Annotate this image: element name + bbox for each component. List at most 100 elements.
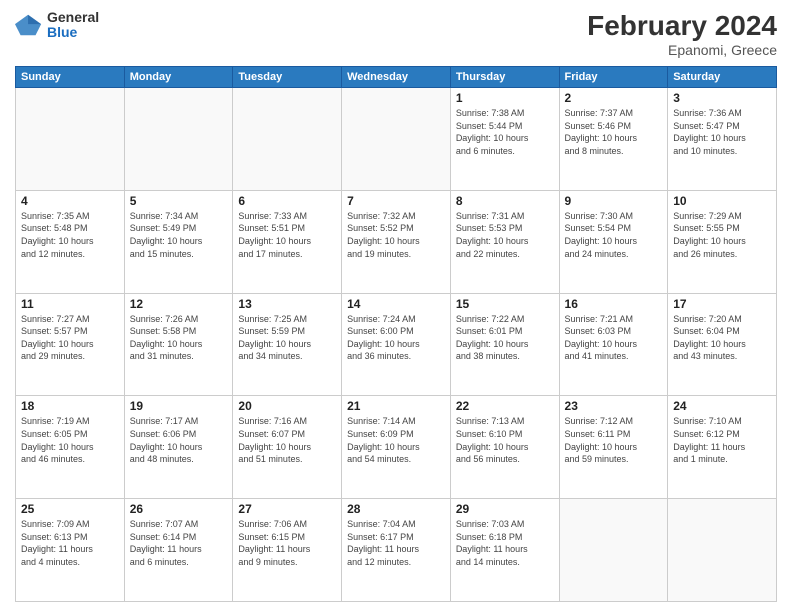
day-info: Sunrise: 7:07 AM Sunset: 6:14 PM Dayligh… (130, 518, 228, 568)
calendar-cell: 2 Sunrise: 7:37 AM Sunset: 5:46 PM Daylig… (559, 88, 668, 191)
day-info: Sunrise: 7:03 AM Sunset: 6:18 PM Dayligh… (456, 518, 554, 568)
day-number: 11 (21, 297, 119, 311)
day-info: Sunrise: 7:13 AM Sunset: 6:10 PM Dayligh… (456, 415, 554, 465)
day-number: 3 (673, 91, 771, 105)
calendar-cell: 17Sunrise: 7:20 AM Sunset: 6:04 PM Dayli… (668, 293, 777, 396)
day-info: Sunrise: 7:09 AM Sunset: 6:13 PM Dayligh… (21, 518, 119, 568)
day-number: 16 (565, 297, 663, 311)
day-number: 2 (565, 91, 663, 105)
calendar-header-thursday: Thursday (450, 67, 559, 88)
calendar-cell: 11 Sunrise: 7:27 AM Sunset: 5:57 PM Dayli… (16, 293, 125, 396)
day-number: 5 (130, 194, 228, 208)
day-info: Sunrise: 7:38 AM Sunset: 5:44 PM Dayligh… (456, 107, 554, 157)
day-info: Sunrise: 7:37 AM Sunset: 5:46 PM Dayligh… (565, 107, 663, 157)
calendar-cell: 29 Sunrise: 7:03 AM Sunset: 6:18 PM Dayli… (450, 499, 559, 602)
calendar-cell: 1 Sunrise: 7:38 AM Sunset: 5:44 PM Daylig… (450, 88, 559, 191)
day-number: 26 (130, 502, 228, 516)
calendar-cell: 27Sunrise: 7:06 AM Sunset: 6:15 PM Dayli… (233, 499, 342, 602)
calendar-cell: 25 Sunrise: 7:09 AM Sunset: 6:13 PM Dayli… (16, 499, 125, 602)
calendar-cell: 9 Sunrise: 7:30 AM Sunset: 5:54 PM Daylig… (559, 190, 668, 293)
day-number: 27 (238, 502, 336, 516)
day-number: 24 (673, 399, 771, 413)
calendar-cell: 4Sunrise: 7:35 AM Sunset: 5:48 PM Daylig… (16, 190, 125, 293)
day-info: Sunrise: 7:10 AM Sunset: 6:12 PM Dayligh… (673, 415, 771, 465)
calendar-cell (668, 499, 777, 602)
day-number: 15 (456, 297, 554, 311)
day-info: Sunrise: 7:12 AM Sunset: 6:11 PM Dayligh… (565, 415, 663, 465)
page: General Blue February 2024 Epanomi, Gree… (0, 0, 792, 612)
day-number: 23 (565, 399, 663, 413)
header: General Blue February 2024 Epanomi, Gree… (15, 10, 777, 58)
calendar-header-wednesday: Wednesday (342, 67, 451, 88)
calendar-cell: 21Sunrise: 7:14 AM Sunset: 6:09 PM Dayli… (342, 396, 451, 499)
calendar-cell: 6Sunrise: 7:33 AM Sunset: 5:51 PM Daylig… (233, 190, 342, 293)
calendar-header-row: SundayMondayTuesdayWednesdayThursdayFrid… (16, 67, 777, 88)
calendar-week-row: 1 Sunrise: 7:38 AM Sunset: 5:44 PM Daylig… (16, 88, 777, 191)
day-info: Sunrise: 7:16 AM Sunset: 6:07 PM Dayligh… (238, 415, 336, 465)
calendar-header-saturday: Saturday (668, 67, 777, 88)
logo-text: General Blue (47, 10, 99, 41)
logo-blue: Blue (47, 25, 99, 40)
calendar-week-row: 18 Sunrise: 7:19 AM Sunset: 6:05 PM Dayli… (16, 396, 777, 499)
day-number: 1 (456, 91, 554, 105)
calendar-cell (16, 88, 125, 191)
calendar-cell: 19Sunrise: 7:17 AM Sunset: 6:06 PM Dayli… (124, 396, 233, 499)
day-number: 28 (347, 502, 445, 516)
day-number: 14 (347, 297, 445, 311)
calendar-cell: 15 Sunrise: 7:22 AM Sunset: 6:01 PM Dayli… (450, 293, 559, 396)
calendar-week-row: 11 Sunrise: 7:27 AM Sunset: 5:57 PM Dayli… (16, 293, 777, 396)
calendar-cell: 12 Sunrise: 7:26 AM Sunset: 5:58 PM Dayli… (124, 293, 233, 396)
calendar-table: SundayMondayTuesdayWednesdayThursdayFrid… (15, 66, 777, 602)
calendar-cell: 5 Sunrise: 7:34 AM Sunset: 5:49 PM Daylig… (124, 190, 233, 293)
day-info: Sunrise: 7:19 AM Sunset: 6:05 PM Dayligh… (21, 415, 119, 465)
day-number: 18 (21, 399, 119, 413)
day-info: Sunrise: 7:36 AM Sunset: 5:47 PM Dayligh… (673, 107, 771, 157)
calendar-cell: 8 Sunrise: 7:31 AM Sunset: 5:53 PM Daylig… (450, 190, 559, 293)
day-number: 19 (130, 399, 228, 413)
logo-general: General (47, 10, 99, 25)
day-info: Sunrise: 7:33 AM Sunset: 5:51 PM Dayligh… (238, 210, 336, 260)
day-info: Sunrise: 7:24 AM Sunset: 6:00 PM Dayligh… (347, 313, 445, 363)
calendar-cell (124, 88, 233, 191)
day-info: Sunrise: 7:21 AM Sunset: 6:03 PM Dayligh… (565, 313, 663, 363)
day-number: 12 (130, 297, 228, 311)
calendar-cell: 3 Sunrise: 7:36 AM Sunset: 5:47 PM Daylig… (668, 88, 777, 191)
day-number: 21 (347, 399, 445, 413)
calendar-cell (233, 88, 342, 191)
logo: General Blue (15, 10, 99, 41)
day-number: 9 (565, 194, 663, 208)
day-info: Sunrise: 7:26 AM Sunset: 5:58 PM Dayligh… (130, 313, 228, 363)
day-number: 29 (456, 502, 554, 516)
day-info: Sunrise: 7:27 AM Sunset: 5:57 PM Dayligh… (21, 313, 119, 363)
day-info: Sunrise: 7:32 AM Sunset: 5:52 PM Dayligh… (347, 210, 445, 260)
calendar-cell (342, 88, 451, 191)
calendar-cell (559, 499, 668, 602)
calendar-header-tuesday: Tuesday (233, 67, 342, 88)
day-info: Sunrise: 7:31 AM Sunset: 5:53 PM Dayligh… (456, 210, 554, 260)
day-info: Sunrise: 7:34 AM Sunset: 5:49 PM Dayligh… (130, 210, 228, 260)
calendar-week-row: 25 Sunrise: 7:09 AM Sunset: 6:13 PM Dayli… (16, 499, 777, 602)
calendar-cell: 23 Sunrise: 7:12 AM Sunset: 6:11 PM Dayli… (559, 396, 668, 499)
day-info: Sunrise: 7:35 AM Sunset: 5:48 PM Dayligh… (21, 210, 119, 260)
calendar-week-row: 4Sunrise: 7:35 AM Sunset: 5:48 PM Daylig… (16, 190, 777, 293)
calendar-cell: 13Sunrise: 7:25 AM Sunset: 5:59 PM Dayli… (233, 293, 342, 396)
calendar-cell: 28 Sunrise: 7:04 AM Sunset: 6:17 PM Dayli… (342, 499, 451, 602)
calendar-header-sunday: Sunday (16, 67, 125, 88)
day-number: 22 (456, 399, 554, 413)
day-info: Sunrise: 7:04 AM Sunset: 6:17 PM Dayligh… (347, 518, 445, 568)
day-number: 7 (347, 194, 445, 208)
calendar-header-monday: Monday (124, 67, 233, 88)
logo-icon (15, 11, 43, 39)
calendar-cell: 22 Sunrise: 7:13 AM Sunset: 6:10 PM Dayli… (450, 396, 559, 499)
title-block: February 2024 Epanomi, Greece (587, 10, 777, 58)
day-number: 17 (673, 297, 771, 311)
day-number: 8 (456, 194, 554, 208)
day-info: Sunrise: 7:30 AM Sunset: 5:54 PM Dayligh… (565, 210, 663, 260)
calendar-cell: 16 Sunrise: 7:21 AM Sunset: 6:03 PM Dayli… (559, 293, 668, 396)
calendar-cell: 26 Sunrise: 7:07 AM Sunset: 6:14 PM Dayli… (124, 499, 233, 602)
calendar-cell: 20Sunrise: 7:16 AM Sunset: 6:07 PM Dayli… (233, 396, 342, 499)
calendar-cell: 14 Sunrise: 7:24 AM Sunset: 6:00 PM Dayli… (342, 293, 451, 396)
day-number: 25 (21, 502, 119, 516)
day-info: Sunrise: 7:22 AM Sunset: 6:01 PM Dayligh… (456, 313, 554, 363)
subtitle: Epanomi, Greece (587, 42, 777, 58)
